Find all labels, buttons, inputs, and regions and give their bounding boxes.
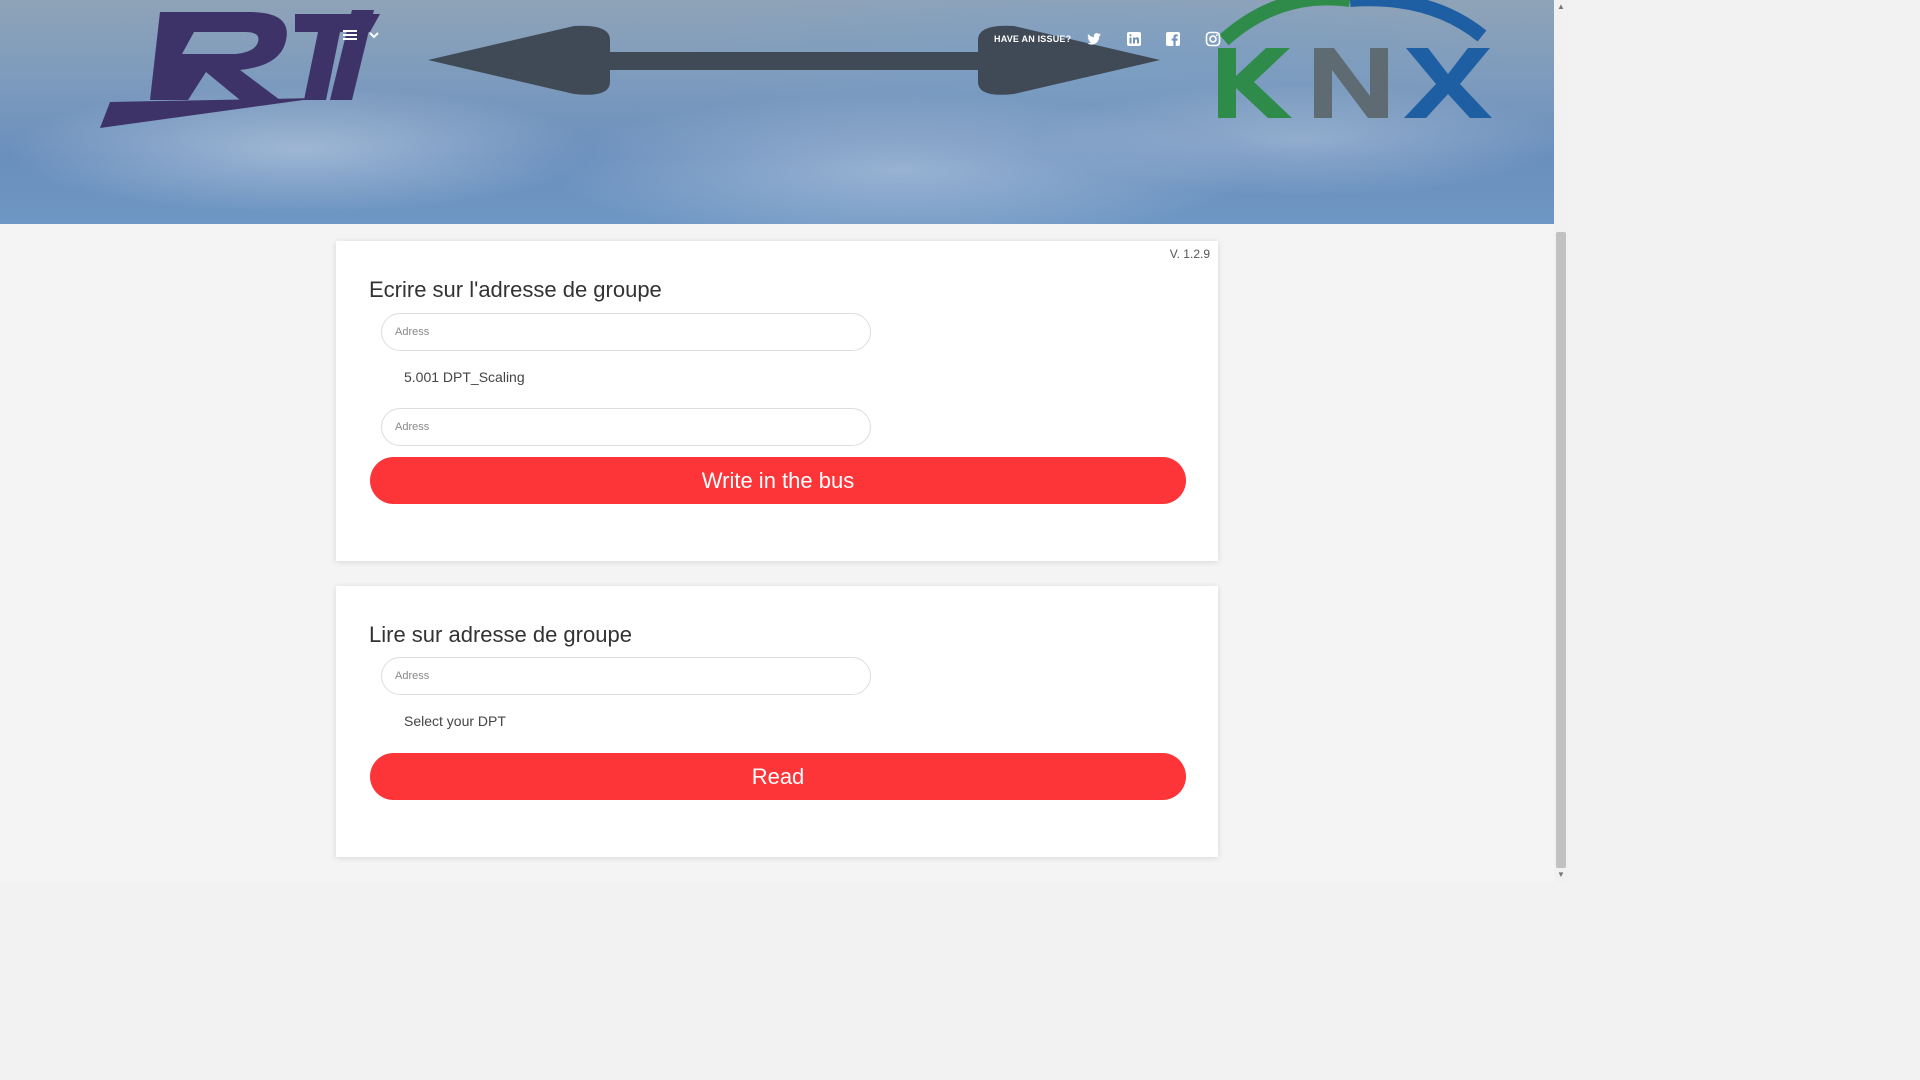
scrollbar-thumb[interactable] xyxy=(1556,232,1566,868)
instagram-icon[interactable] xyxy=(1205,31,1221,47)
write-value-input[interactable] xyxy=(381,408,871,446)
knx-logo xyxy=(1218,0,1492,118)
write-in-bus-button[interactable]: Write in the bus xyxy=(370,457,1186,504)
main-menu-toggle[interactable] xyxy=(342,28,380,42)
write-address-input[interactable] xyxy=(381,313,871,351)
rti-logo xyxy=(100,10,380,128)
write-group-address-card: V. 1.2.9 Ecrire sur l'adresse de groupe … xyxy=(336,241,1218,561)
scroll-down-arrow-icon[interactable]: ▼ xyxy=(1556,870,1566,880)
linkedin-icon[interactable] xyxy=(1126,31,1142,47)
write-dpt-selector[interactable]: 5.001 DPT_Scaling xyxy=(404,369,525,385)
read-button[interactable]: Read xyxy=(370,753,1186,800)
read-dpt-selector[interactable]: Select your DPT xyxy=(404,713,506,729)
read-group-address-card: Lire sur adresse de groupe Select your D… xyxy=(336,586,1218,857)
twitter-icon[interactable] xyxy=(1086,31,1102,47)
write-card-title: Ecrire sur l'adresse de groupe xyxy=(369,277,662,302)
facebook-icon[interactable] xyxy=(1165,31,1181,47)
have-an-issue-link[interactable]: HAVE AN ISSUE? xyxy=(994,34,1071,44)
scroll-up-arrow-icon[interactable]: ▲ xyxy=(1556,2,1566,12)
version-label: V. 1.2.9 xyxy=(1169,247,1210,261)
hero-banner: HAVE AN ISSUE? xyxy=(0,0,1554,224)
hamburger-menu-icon xyxy=(343,30,357,40)
chevron-down-icon xyxy=(369,32,379,39)
read-address-input[interactable] xyxy=(381,657,871,695)
read-card-title: Lire sur adresse de groupe xyxy=(369,622,632,647)
